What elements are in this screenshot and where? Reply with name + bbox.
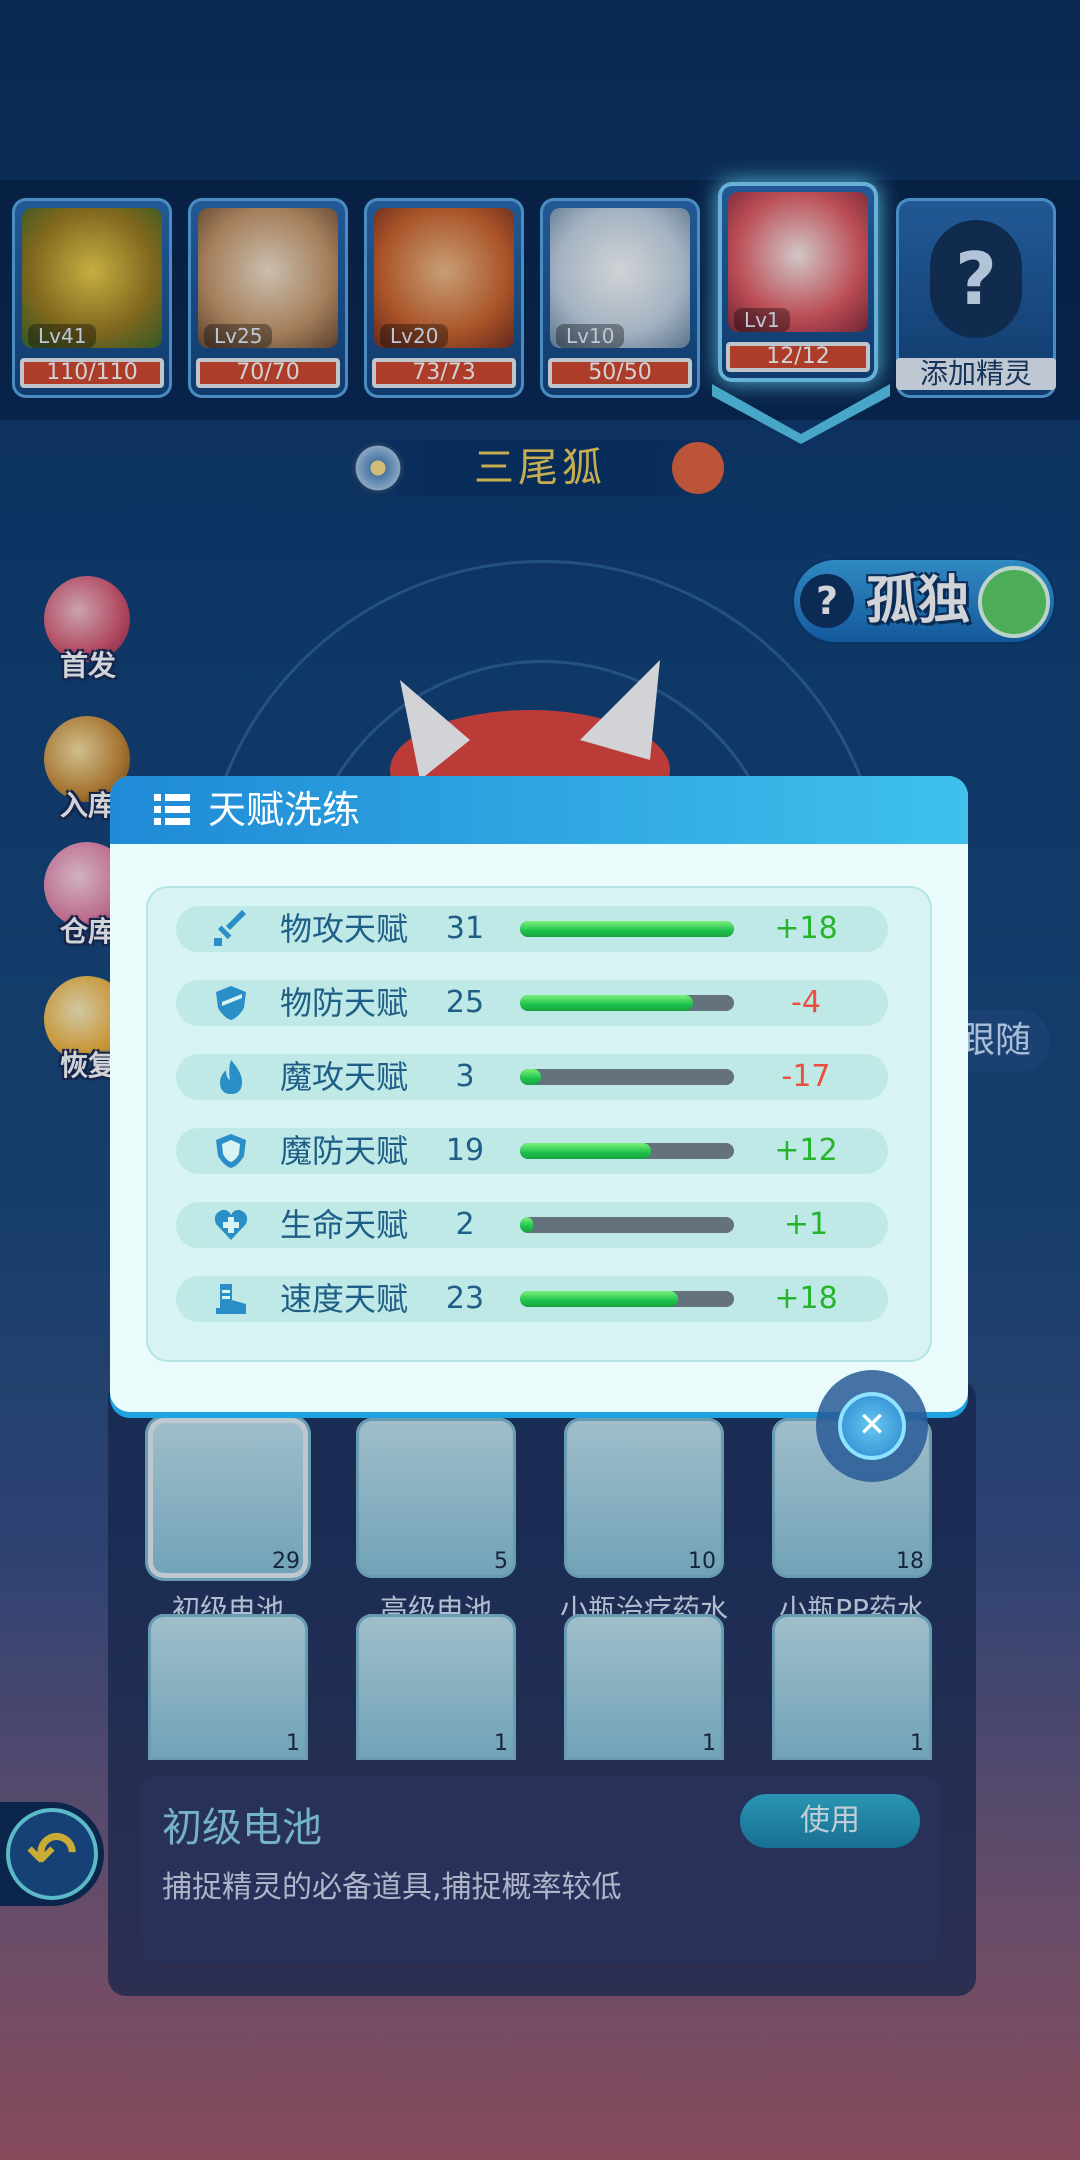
talent-label: 物防天赋 xyxy=(280,984,409,1022)
talent-label: 速度天赋 xyxy=(280,1280,409,1318)
modal-title: 天赋洗练 xyxy=(208,788,361,832)
talent-bar-fill xyxy=(520,921,734,937)
talent-row-magic-defense: 魔防天赋 19 +12 xyxy=(176,1128,888,1174)
talent-delta: +18 xyxy=(774,911,838,946)
modal-header: 天赋洗练 xyxy=(110,776,968,844)
talent-value: 31 xyxy=(445,911,485,946)
talent-value: 3 xyxy=(455,1059,475,1094)
talent-row-physical-attack: 物攻天赋 31 +18 xyxy=(176,906,888,952)
talent-delta: -17 xyxy=(781,1059,831,1094)
heart-plus-icon xyxy=(214,1209,248,1240)
talent-delta: +12 xyxy=(774,1133,838,1168)
boot-icon xyxy=(216,1284,246,1314)
flame-icon xyxy=(220,1060,242,1094)
talent-bar-fill xyxy=(520,1291,679,1307)
talent-value: 25 xyxy=(445,985,485,1020)
talent-bar xyxy=(520,1069,734,1085)
talent-row-speed: 速度天赋 23 +18 xyxy=(176,1276,888,1322)
talent-bar-fill xyxy=(520,1069,542,1085)
talent-label: 魔防天赋 xyxy=(280,1132,409,1170)
talent-label: 物攻天赋 xyxy=(280,910,409,948)
talent-label: 生命天赋 xyxy=(280,1206,409,1244)
talent-row-magic-attack: 魔攻天赋 3 -17 xyxy=(176,1054,888,1100)
talent-bar-fill xyxy=(520,1143,651,1159)
sword-icon xyxy=(214,910,246,946)
talent-value: 2 xyxy=(455,1207,475,1242)
talent-refine-modal: 天赋洗练 物攻天赋 31 +18 物防天赋 25 -4 魔攻天赋 3 -17 魔… xyxy=(110,776,968,1412)
talent-delta: -4 xyxy=(791,985,821,1020)
talent-label: 魔攻天赋 xyxy=(280,1058,409,1096)
talent-bar xyxy=(520,1217,734,1233)
talent-value: 19 xyxy=(445,1133,485,1168)
talent-row-physical-defense: 物防天赋 25 -4 xyxy=(176,980,888,1026)
talent-bar xyxy=(520,995,734,1011)
talent-bar xyxy=(520,1291,734,1307)
list-icon xyxy=(154,794,190,825)
talent-value: 23 xyxy=(445,1281,485,1316)
talent-list: 物攻天赋 31 +18 物防天赋 25 -4 魔攻天赋 3 -17 魔防天赋 1… xyxy=(146,886,932,1362)
talent-bar-fill xyxy=(520,995,694,1011)
talent-row-hp: 生命天赋 2 +1 xyxy=(176,1202,888,1248)
talent-delta: +1 xyxy=(783,1207,829,1242)
magic-shield-icon xyxy=(216,1134,246,1168)
talent-bar-fill xyxy=(520,1217,533,1233)
talent-bar xyxy=(520,1143,734,1159)
shield-icon xyxy=(216,986,246,1020)
talent-delta: +18 xyxy=(774,1281,838,1316)
close-icon[interactable]: ✕ xyxy=(838,1392,906,1460)
talent-bar xyxy=(520,921,734,937)
